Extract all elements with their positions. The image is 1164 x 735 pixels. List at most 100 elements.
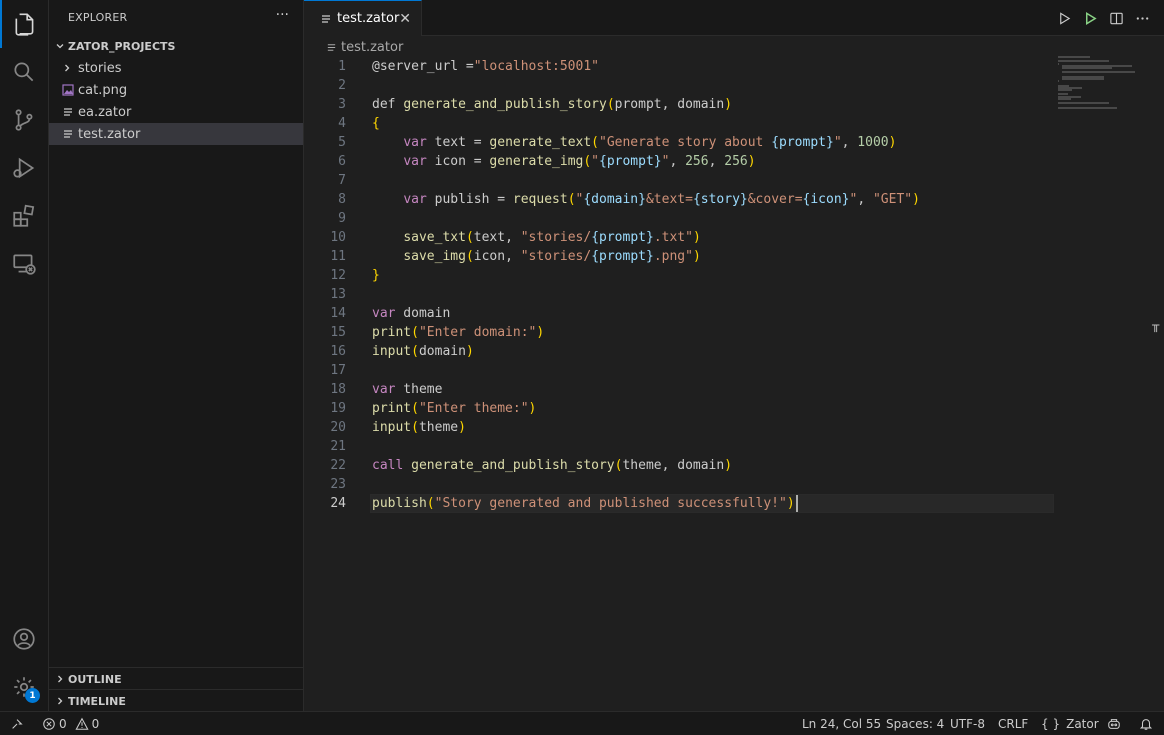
warning-icon bbox=[75, 717, 89, 730]
tree-item-test-zator[interactable]: test.zator bbox=[49, 123, 303, 145]
code-line[interactable]: 13 bbox=[304, 285, 1164, 304]
run-icon[interactable] bbox=[1054, 8, 1074, 28]
search-icon[interactable] bbox=[0, 48, 48, 96]
line-number: 23 bbox=[330, 477, 346, 492]
project-folder-header[interactable]: ZATOR_PROJECTS bbox=[49, 35, 303, 57]
code-editor[interactable]: 1 @server_url ="localhost:5001" 2 3 def gene… bbox=[304, 57, 1164, 513]
code-line[interactable]: 22 call generate_and_publish_story(theme,… bbox=[304, 456, 1164, 475]
tree-item-label: ea.zator bbox=[78, 104, 132, 120]
line-number: 10 bbox=[330, 230, 346, 245]
chevron-right-icon bbox=[52, 693, 68, 709]
remote-explorer-icon[interactable] bbox=[0, 240, 48, 288]
tree-item-ea-zator[interactable]: ea.zator bbox=[49, 101, 303, 123]
code-line[interactable]: 20 input(theme) bbox=[304, 418, 1164, 437]
files-icon[interactable] bbox=[0, 0, 48, 48]
chevron-right-icon bbox=[59, 60, 75, 76]
editor-area: test.zator ✕ test.zator 1 @server_url ="l… bbox=[304, 0, 1164, 711]
code-line[interactable]: 4{ bbox=[304, 114, 1164, 133]
code-line[interactable]: 3 def generate_and_publish_story(prompt, … bbox=[304, 95, 1164, 114]
problems-indicator[interactable]: 0 0 bbox=[42, 712, 99, 735]
code-line[interactable]: 8 var publish = request("{domain}&text={… bbox=[304, 190, 1164, 209]
split-editor-icon[interactable] bbox=[1106, 8, 1126, 28]
code-text: print("Enter theme:") bbox=[372, 401, 537, 416]
code-line[interactable]: 5 var text = generate_text("Generate sto… bbox=[304, 133, 1164, 152]
minimap-line bbox=[1058, 56, 1090, 58]
code-line[interactable]: 7 bbox=[304, 171, 1164, 190]
code-line[interactable]: 6 var icon = generate_img("{prompt}", 25… bbox=[304, 152, 1164, 171]
line-number: 3 bbox=[338, 97, 346, 112]
code-line[interactable]: 15 print("Enter domain:") bbox=[304, 323, 1164, 342]
image-file-icon bbox=[60, 82, 76, 98]
tree-item-label: test.zator bbox=[78, 126, 141, 142]
tree-item-cat-png[interactable]: cat.png bbox=[49, 79, 303, 101]
code-text: call generate_and_publish_story(theme, d… bbox=[372, 458, 733, 473]
code-line[interactable]: 23 bbox=[304, 475, 1164, 494]
remote-indicator-icon[interactable] bbox=[10, 712, 24, 735]
language-mode[interactable]: { } Zator bbox=[1041, 712, 1099, 735]
code-line[interactable]: 1 @server_url ="localhost:5001" bbox=[304, 57, 1164, 76]
code-line[interactable]: 14 var domain bbox=[304, 304, 1164, 323]
settings-gear-icon[interactable]: 1 bbox=[0, 663, 48, 711]
breadcrumb[interactable]: test.zator bbox=[326, 38, 403, 56]
line-number: 4 bbox=[338, 116, 346, 131]
line-number: 24 bbox=[330, 496, 346, 511]
language-label: Zator bbox=[1066, 716, 1099, 731]
code-text: var domain bbox=[372, 306, 451, 321]
line-number: 17 bbox=[330, 363, 346, 378]
scrollbar-marker[interactable]: ╥ bbox=[1152, 318, 1162, 332]
line-number: 20 bbox=[330, 420, 346, 435]
close-icon[interactable]: ✕ bbox=[399, 11, 411, 27]
code-line[interactable]: 16 input(domain) bbox=[304, 342, 1164, 361]
run-file-icon[interactable] bbox=[1080, 8, 1100, 28]
more-actions-icon[interactable] bbox=[1132, 8, 1152, 28]
code-line[interactable]: 12} bbox=[304, 266, 1164, 285]
run-debug-icon[interactable] bbox=[0, 144, 48, 192]
code-line[interactable]: 17 bbox=[304, 361, 1164, 380]
code-line[interactable]: 9 bbox=[304, 209, 1164, 228]
code-text: print("Enter domain:") bbox=[372, 325, 545, 340]
braces-icon: { } bbox=[1041, 716, 1061, 731]
code-text: var publish = request("{domain}&text={st… bbox=[403, 192, 920, 207]
code-line[interactable]: 2 bbox=[304, 76, 1164, 95]
copilot-icon[interactable] bbox=[1107, 712, 1121, 735]
code-line[interactable]: 18 var theme bbox=[304, 380, 1164, 399]
indentation-setting[interactable]: Spaces: 4 bbox=[886, 712, 944, 735]
timeline-section-header[interactable]: TIMELINE bbox=[49, 689, 303, 712]
code-text: def generate_and_publish_story(prompt, d… bbox=[372, 97, 733, 112]
line-number: 19 bbox=[330, 401, 346, 416]
code-text: } bbox=[372, 268, 380, 283]
code-text: input(domain) bbox=[372, 344, 474, 359]
more-actions-icon[interactable]: ··· bbox=[276, 7, 289, 23]
tab-test-zator[interactable]: test.zator ✕ bbox=[304, 0, 422, 36]
eol-setting[interactable]: CRLF bbox=[998, 712, 1028, 735]
minimap-line bbox=[1058, 89, 1073, 91]
code-text: var theme bbox=[372, 382, 443, 397]
code-line[interactable]: 11 save_img(icon, "stories/{prompt}.png"… bbox=[304, 247, 1164, 266]
notifications-bell-icon[interactable] bbox=[1139, 712, 1153, 735]
tree-item-label: stories bbox=[78, 60, 122, 76]
code-text: var text = generate_text("Generate story… bbox=[403, 135, 897, 150]
account-icon[interactable] bbox=[0, 615, 48, 663]
minimap[interactable] bbox=[1058, 56, 1148, 116]
outline-section-header[interactable]: OUTLINE bbox=[49, 667, 303, 690]
code-line[interactable]: 19 print("Enter theme:") bbox=[304, 399, 1164, 418]
line-number: 21 bbox=[330, 439, 346, 454]
project-folder-label: ZATOR_PROJECTS bbox=[68, 39, 176, 53]
code-line[interactable]: 21 bbox=[304, 437, 1164, 456]
code-text: var icon = generate_img("{prompt}", 256,… bbox=[403, 154, 756, 169]
code-text: publish("Story generated and published s… bbox=[372, 494, 798, 513]
line-number: 13 bbox=[330, 287, 346, 302]
line-number: 1 bbox=[338, 59, 346, 74]
line-number: 11 bbox=[330, 249, 346, 264]
warning-count: 0 bbox=[91, 716, 100, 731]
cursor-position[interactable]: Ln 24, Col 55 bbox=[802, 712, 881, 735]
extensions-icon[interactable] bbox=[0, 192, 48, 240]
minimap-line bbox=[1062, 78, 1105, 80]
code-text: @server_url ="localhost:5001" bbox=[372, 59, 599, 74]
tree-item-stories[interactable]: stories bbox=[49, 57, 303, 79]
error-count: 0 bbox=[59, 716, 67, 731]
code-line[interactable]: 24 publish("Story generated and published… bbox=[304, 494, 1164, 513]
encoding-setting[interactable]: UTF-8 bbox=[950, 712, 985, 735]
source-control-icon[interactable] bbox=[0, 96, 48, 144]
code-line[interactable]: 10 save_txt(text, "stories/{prompt}.txt"… bbox=[304, 228, 1164, 247]
